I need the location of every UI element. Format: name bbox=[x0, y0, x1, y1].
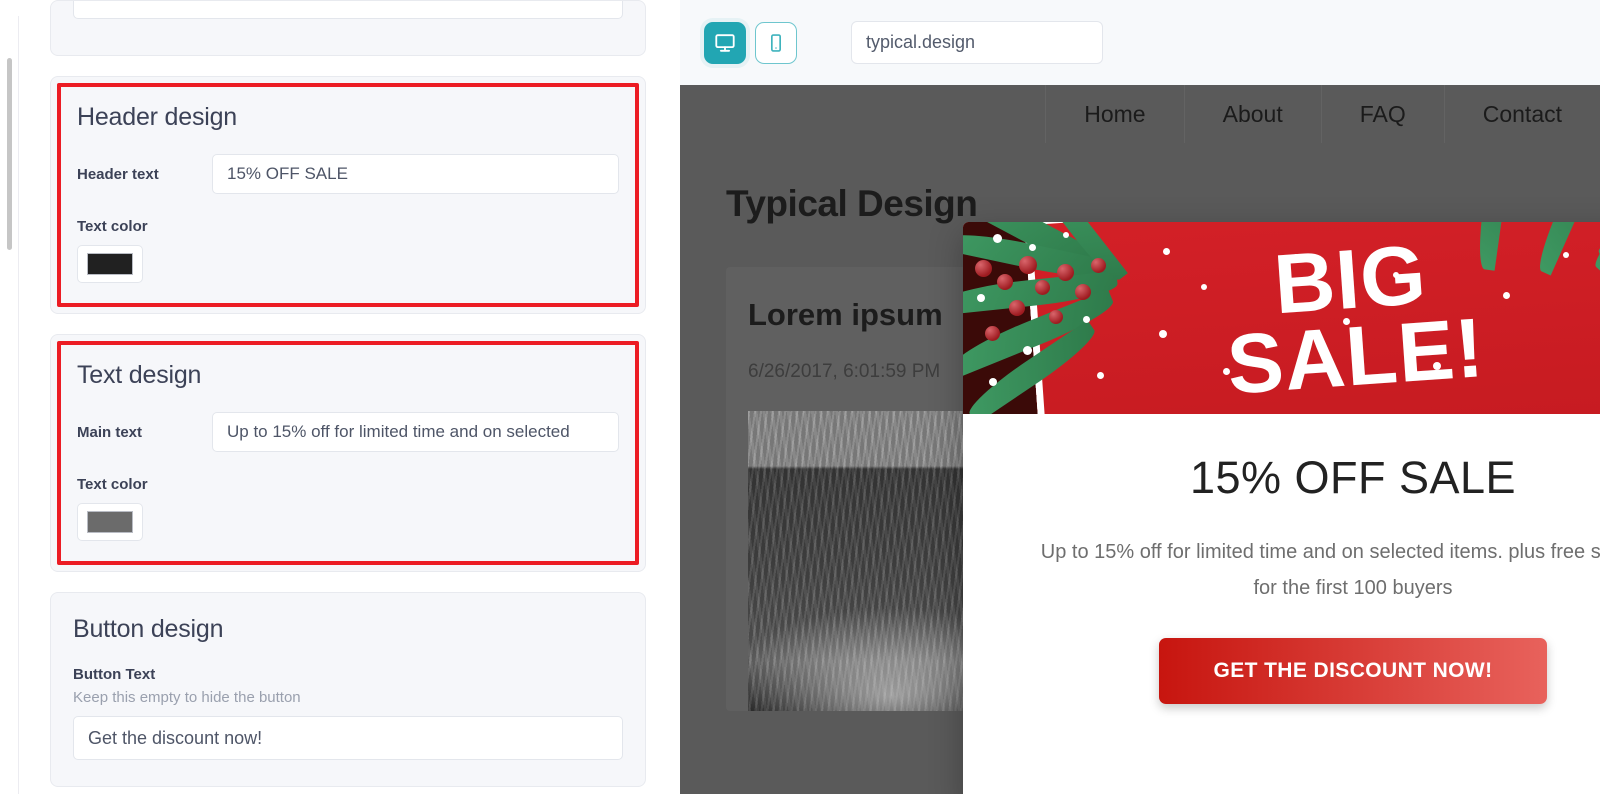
nav-item-about[interactable]: About bbox=[1183, 85, 1321, 143]
holly-berry bbox=[1091, 258, 1106, 273]
nav-item-home[interactable]: Home bbox=[1045, 85, 1183, 143]
section-text-design: Text design Main text Up to 15% off for … bbox=[50, 334, 646, 572]
header-text-color-chip bbox=[87, 253, 133, 275]
snow-dot bbox=[1159, 330, 1167, 338]
snow-dot bbox=[1201, 284, 1207, 290]
preview-panel: typical.design Home About FAQ Contact Ty… bbox=[680, 0, 1600, 794]
button-text-input[interactable]: Get the discount now! bbox=[73, 716, 623, 760]
snow-dot bbox=[1343, 318, 1350, 325]
header-design-highlight-box: Header design Header text 15% OFF SALE T… bbox=[57, 83, 639, 307]
snow-dot bbox=[1293, 254, 1299, 260]
modal-body: 15% OFF SALE Up to 15% off for limited t… bbox=[963, 414, 1600, 704]
text-design-title: Text design bbox=[77, 361, 202, 389]
modal-heading: 15% OFF SALE bbox=[1189, 452, 1517, 503]
main-text-label: Main text bbox=[77, 423, 143, 441]
snow-dot bbox=[977, 294, 985, 302]
snow-dot bbox=[993, 234, 1002, 243]
header-text-input[interactable]: 15% OFF SALE bbox=[212, 154, 619, 194]
main-text-color-label: Text color bbox=[77, 476, 148, 493]
snow-dot bbox=[1097, 372, 1104, 379]
mobile-phone-icon bbox=[771, 33, 781, 52]
header-design-title: Header design bbox=[77, 103, 238, 131]
modal-subtext: Up to 15% off for limited time and on se… bbox=[1040, 541, 1600, 599]
button-text-hint: Keep this empty to hide the button bbox=[73, 689, 301, 706]
snow-dot bbox=[1223, 368, 1230, 375]
button-design-title: Button design bbox=[73, 615, 224, 643]
holly-berry bbox=[1049, 310, 1063, 324]
desktop-monitor-icon bbox=[715, 33, 735, 52]
editor-content: Header design Header text 15% OFF SALE T… bbox=[50, 0, 646, 794]
text-design-highlight-box: Text design Main text Up to 15% off for … bbox=[57, 341, 639, 565]
site-preview: Home About FAQ Contact Typical Design Lo… bbox=[680, 85, 1600, 794]
header-text-label: Header text bbox=[77, 165, 159, 183]
button-text-label: Button Text bbox=[73, 666, 156, 683]
snow-dot bbox=[1023, 346, 1032, 355]
modal-banner-image: BIG SALE! bbox=[963, 222, 1600, 414]
snow-dot bbox=[1563, 252, 1569, 258]
snow-dot bbox=[1393, 272, 1399, 278]
snow-dot bbox=[1433, 362, 1441, 370]
snow-dot bbox=[1029, 244, 1036, 251]
section-button-design: Button design Button Text Keep this empt… bbox=[50, 592, 646, 787]
promo-modal: BIG SALE! 15% OFF SALE Up to 15% off for… bbox=[963, 222, 1600, 794]
holly-berry bbox=[1009, 300, 1025, 316]
main-text-color-chip bbox=[87, 511, 133, 533]
preview-url-input[interactable]: typical.design bbox=[851, 21, 1103, 64]
main-text-input[interactable]: Up to 15% off for limited time and on se… bbox=[212, 412, 619, 452]
editor-scrollbar[interactable] bbox=[2, 0, 14, 794]
editor-scrollbar-thumb[interactable] bbox=[7, 58, 12, 250]
editor-panel: Header design Header text 15% OFF SALE T… bbox=[0, 0, 680, 794]
previous-section-input-partial[interactable] bbox=[73, 1, 623, 19]
snow-dot bbox=[989, 378, 997, 386]
holly-berry bbox=[1035, 280, 1050, 295]
site-page-title: Typical Design bbox=[726, 183, 978, 224]
main-text-color-picker[interactable] bbox=[77, 503, 143, 541]
header-text-color-label: Text color bbox=[77, 218, 148, 235]
holly-berry bbox=[1019, 256, 1037, 274]
holly-berry bbox=[997, 274, 1013, 290]
snow-dot bbox=[1083, 316, 1090, 323]
section-header-design: Header design Header text 15% OFF SALE T… bbox=[50, 76, 646, 314]
desktop-view-button[interactable] bbox=[704, 21, 746, 64]
snow-dot bbox=[1063, 232, 1069, 238]
holly-berry bbox=[1075, 284, 1091, 300]
snow-dot bbox=[1503, 292, 1510, 299]
modal-cta-button[interactable]: GET THE DISCOUNT NOW! bbox=[1159, 638, 1547, 704]
nav-item-faq[interactable]: FAQ bbox=[1320, 85, 1444, 143]
preview-toolbar: typical.design bbox=[680, 0, 1600, 85]
header-text-field-row: Header text 15% OFF SALE bbox=[77, 154, 619, 194]
mobile-view-button[interactable] bbox=[755, 21, 797, 64]
snow-dot bbox=[1163, 248, 1170, 255]
holly-berry bbox=[975, 260, 992, 277]
previous-section-card-partial bbox=[50, 0, 646, 56]
main-text-field-row: Main text Up to 15% off for limited time… bbox=[77, 412, 619, 452]
site-navbar: Home About FAQ Contact bbox=[680, 85, 1600, 143]
editor-divider bbox=[18, 16, 19, 794]
header-text-color-picker[interactable] bbox=[77, 245, 143, 283]
app-root: Header design Header text 15% OFF SALE T… bbox=[0, 0, 1600, 794]
nav-item-contact[interactable]: Contact bbox=[1443, 85, 1600, 143]
holly-berry bbox=[1057, 264, 1074, 281]
holly-berry bbox=[985, 326, 1000, 341]
